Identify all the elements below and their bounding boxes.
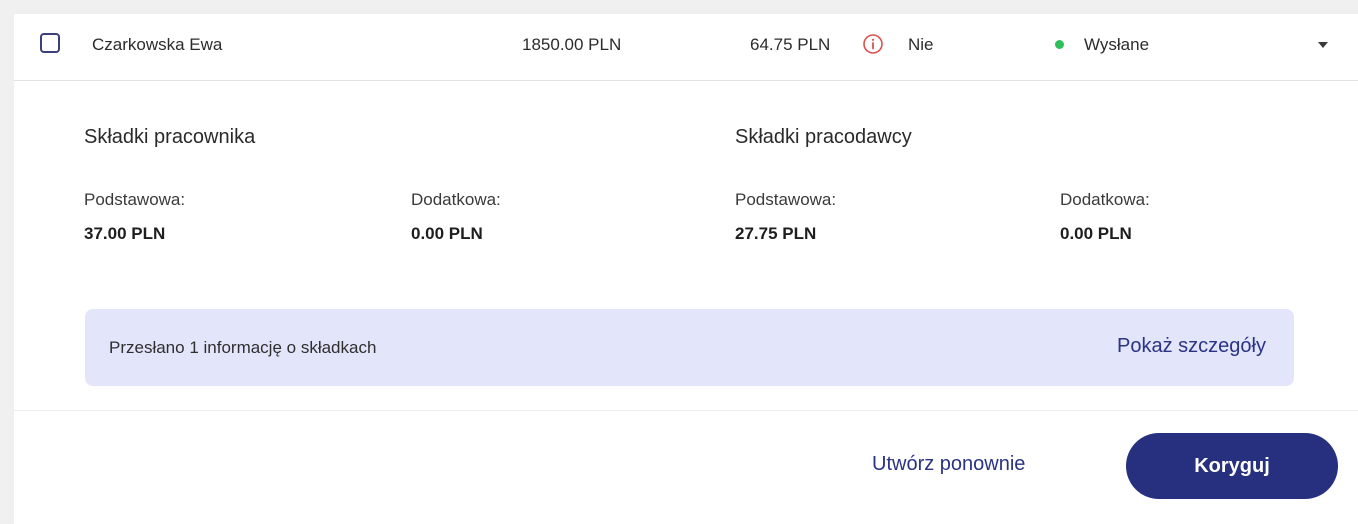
employee-row[interactable]: Czarkowska Ewa 1850.00 PLN 64.75 PLN Nie…: [14, 14, 1358, 81]
employee-basic-value: 37.00 PLN: [84, 224, 166, 243]
gross-amount: 1850.00 PLN: [522, 35, 622, 54]
chevron-down-icon[interactable]: [1316, 38, 1330, 52]
employer-extra-label: Dodatkowa:: [1060, 190, 1150, 209]
employee-extra-value: 0.00 PLN: [411, 224, 483, 243]
employer-basic-label: Podstawowa:: [735, 190, 837, 209]
banner-text: Przesłano 1 informację o składkach: [109, 338, 377, 357]
recreate-button[interactable]: Utwórz ponownie: [872, 453, 1025, 476]
row-checkbox[interactable]: [40, 33, 60, 53]
status-text: Wysłane: [1084, 35, 1150, 54]
employer-extra-value: 0.00 PLN: [1060, 224, 1132, 243]
show-details-link[interactable]: Pokaż szczegóły: [1117, 335, 1266, 358]
info-circle-icon[interactable]: [862, 33, 884, 55]
contribution-amount: 64.75 PLN: [750, 35, 831, 54]
employee-basic-label: Podstawowa:: [84, 190, 186, 209]
employee-contributions-title: Składki pracownika: [84, 126, 256, 148]
employer-basic-value: 27.75 PLN: [735, 224, 817, 243]
divider: [14, 410, 1358, 411]
flag-value: Nie: [908, 35, 934, 54]
info-banner: Przesłano 1 informację o składkach Pokaż…: [85, 309, 1294, 386]
employee-extra-label: Dodatkowa:: [411, 190, 501, 209]
status-dot: [1055, 40, 1064, 49]
correct-button[interactable]: Koryguj: [1126, 433, 1338, 499]
contribution-card: Czarkowska Ewa 1850.00 PLN 64.75 PLN Nie…: [14, 14, 1358, 524]
employee-name: Czarkowska Ewa: [92, 35, 223, 54]
employer-contributions-title: Składki pracodawcy: [735, 126, 912, 148]
